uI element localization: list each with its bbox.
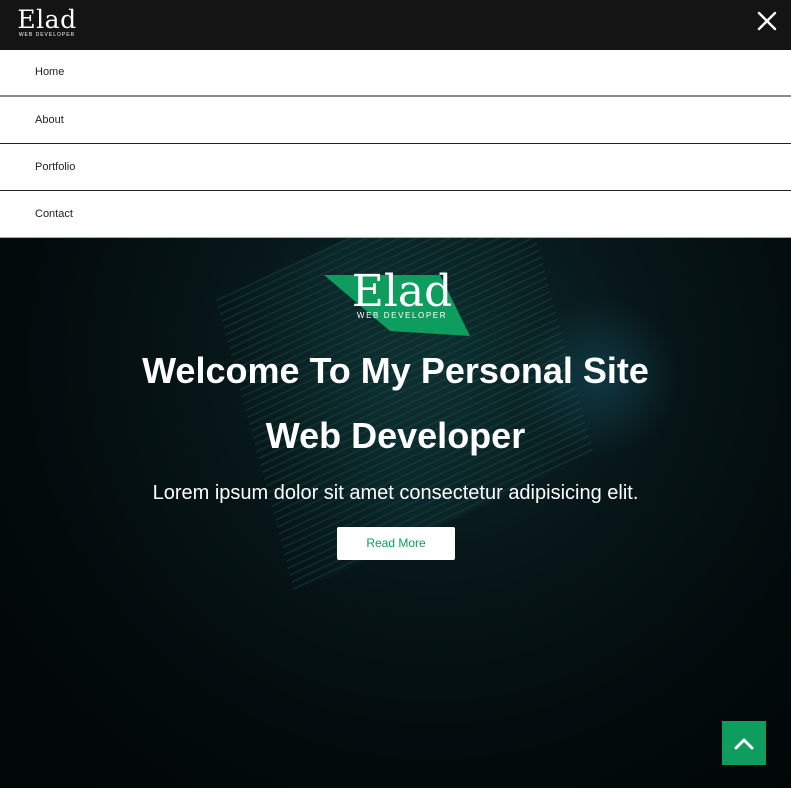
top-navbar: Elad WEB DEVELOPER: [0, 0, 791, 50]
hero-logo: Elad WEB DEVELOPER: [322, 266, 470, 337]
hero-logo-tagline: WEB DEVELOPER: [356, 311, 448, 320]
brand-tagline: WEB DEVELOPER: [18, 32, 76, 38]
hero-subtitle: Web Developer: [265, 415, 526, 456]
close-menu-button[interactable]: [755, 9, 779, 33]
hero-section: Elad WEB DEVELOPER Welcome To My Persona…: [0, 237, 791, 788]
hero-title: Welcome To My Personal Site: [142, 350, 649, 391]
hero-logo-name: Elad: [351, 266, 453, 317]
scroll-to-top-button[interactable]: [722, 721, 766, 765]
nav-menu: Home About Portfolio Contact: [0, 50, 791, 238]
chevron-up-icon: [734, 738, 754, 750]
read-more-button[interactable]: Read More: [337, 527, 455, 560]
brand-logo[interactable]: Elad WEB DEVELOPER: [12, 6, 82, 42]
brand-name: Elad: [17, 5, 77, 34]
menu-item-home[interactable]: Home: [0, 50, 791, 97]
menu-item-portfolio[interactable]: Portfolio: [0, 144, 791, 191]
hero-description: Lorem ipsum dolor sit amet consectetur a…: [152, 482, 639, 504]
menu-item-about[interactable]: About: [0, 97, 791, 144]
menu-item-contact[interactable]: Contact: [0, 191, 791, 238]
close-icon: [757, 11, 777, 31]
